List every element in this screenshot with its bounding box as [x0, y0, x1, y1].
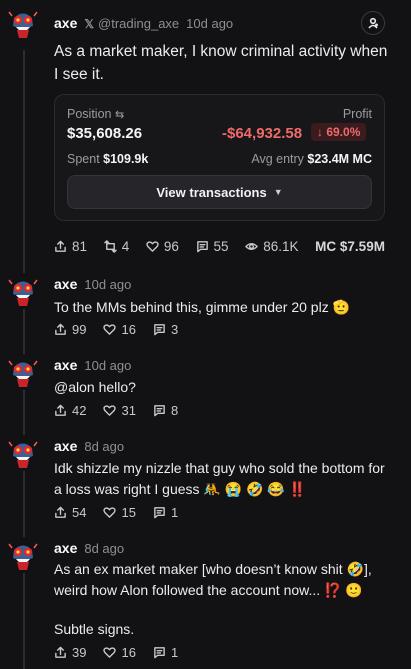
post-time: 10d ago [186, 16, 234, 31]
avatar[interactable] [5, 354, 41, 390]
author-name[interactable]: axe [54, 540, 77, 556]
like-action[interactable]: 96 [146, 239, 179, 254]
comment-icon [154, 324, 165, 336]
eye-icon [245, 243, 259, 250]
profit-value: -$64,932.58 [222, 125, 303, 142]
follow-user-button[interactable] [361, 11, 385, 35]
heart-icon [146, 241, 159, 252]
x-logo-icon: 𝕏 [84, 17, 95, 31]
avg-entry-row: Avg entry $23.4M MC [251, 152, 372, 166]
spent-value: $109.9k [103, 152, 149, 166]
post-time: 8d ago [84, 541, 125, 556]
like-action[interactable]: 15 [103, 505, 136, 520]
author-name[interactable]: axe [54, 438, 77, 454]
post-time: 10d ago [84, 277, 132, 292]
repost-action[interactable]: 4 [103, 239, 129, 254]
author-name[interactable]: axe [54, 276, 77, 292]
avatar-robot-icon [5, 354, 41, 390]
x-handle-link[interactable]: 𝕏 @trading_axe [84, 16, 179, 31]
post-time: 8d ago [84, 439, 125, 454]
avatar[interactable] [5, 5, 41, 41]
share-action[interactable]: 99 [54, 322, 86, 337]
reply-actions: 42 31 8 [54, 403, 195, 418]
share-icon [55, 323, 66, 335]
avatar[interactable] [5, 273, 41, 309]
comment-action[interactable]: 1 [153, 505, 178, 520]
like-action[interactable]: 16 [103, 322, 136, 337]
author-name[interactable]: axe [54, 15, 77, 31]
comment-action[interactable]: 8 [153, 403, 178, 418]
comment-icon [154, 647, 165, 659]
avatar-robot-icon [5, 5, 41, 41]
reply-text-signature: Subtle signs. [54, 621, 135, 637]
heart-icon [103, 647, 117, 658]
handle: @trading_axe [98, 16, 180, 31]
view-transactions-label: View transactions [156, 184, 267, 200]
profit-label: Profit [342, 107, 372, 121]
comment-action[interactable]: 55 [196, 239, 229, 254]
position-value: $35,608.26 [67, 125, 143, 142]
chevron-down-icon: ▼ [273, 187, 283, 197]
position-label: Position ⇆ [67, 107, 125, 121]
view-transactions-button[interactable]: View transactions ▼ [67, 175, 372, 209]
heart-icon [103, 507, 117, 518]
market-cap-stat: MC $7.59M [315, 239, 385, 254]
spent-row: Spent $109.9k [67, 152, 149, 166]
share-icon [55, 646, 66, 658]
share-action[interactable]: 39 [54, 645, 86, 660]
heart-icon [103, 405, 117, 416]
avatar-robot-icon [5, 435, 41, 471]
reply-actions: 99 16 3 [54, 322, 195, 337]
share-icon [55, 506, 66, 518]
swap-icon: ⇆ [114, 109, 125, 121]
reply-text: @alon hello? [54, 379, 136, 395]
share-action[interactable]: 81 [54, 239, 87, 254]
post-time: 10d ago [84, 358, 132, 373]
comment-icon [196, 241, 208, 253]
author-name[interactable]: axe [54, 357, 77, 373]
repost-icon [103, 240, 117, 253]
reply-text: To the MMs behind this, gimme under 20 p… [54, 299, 351, 315]
avatar[interactable] [5, 435, 41, 471]
comment-icon [154, 507, 165, 519]
reply-actions: 54 15 1 [54, 505, 195, 520]
heart-icon [103, 324, 117, 335]
avatar[interactable] [5, 537, 41, 573]
like-action[interactable]: 16 [103, 645, 136, 660]
like-action[interactable]: 31 [103, 403, 136, 418]
avg-entry-value: $23.4M MC [307, 152, 372, 166]
reply-text: As an ex market maker [who doesn’t know … [54, 561, 372, 598]
profit-pct-badge: ↓ 69.0% [311, 123, 367, 141]
share-icon [55, 240, 66, 252]
post-text: As a market maker, I know criminal activ… [54, 43, 388, 83]
reply-actions: 39 16 1 [54, 645, 195, 660]
position-card: Position ⇆ Profit $35,608.26 -$64,932.58… [54, 94, 385, 221]
main-post-actions: 81 4 96 55 86.1K MC $7.59M [54, 239, 385, 254]
comment-action[interactable]: 3 [153, 322, 178, 337]
user-icon [368, 17, 378, 29]
share-action[interactable]: 42 [54, 403, 86, 418]
avatar-robot-icon [5, 537, 41, 573]
share-icon [55, 404, 66, 416]
views-stat: 86.1K [245, 239, 299, 254]
avatar-robot-icon [5, 273, 41, 309]
comment-icon [154, 405, 165, 417]
comment-action[interactable]: 1 [153, 645, 178, 660]
share-action[interactable]: 54 [54, 505, 86, 520]
reply-text: Idk shizzle my nizzle that guy who sold … [54, 460, 385, 497]
